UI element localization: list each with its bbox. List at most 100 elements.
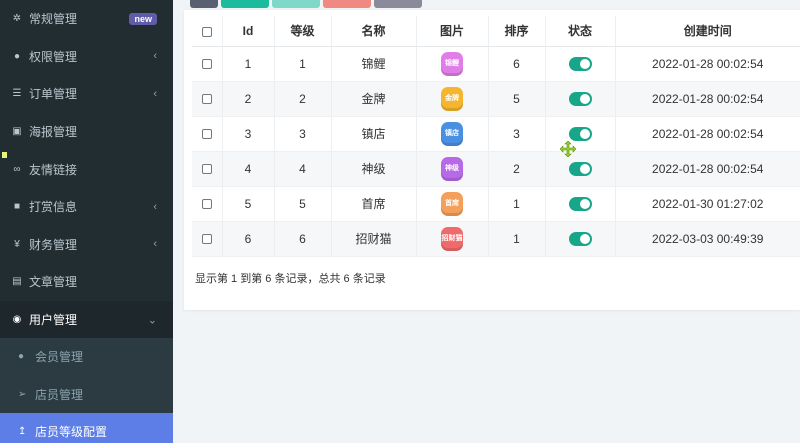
link-icon: ∞ [13, 163, 21, 175]
table-row[interactable]: 2 2 金牌 金牌 5 2022-01-28 00:02:54 [192, 81, 800, 117]
level-cell: 1 [273, 46, 331, 82]
toolbar-button-3[interactable] [272, 0, 320, 8]
column-header[interactable]: 名称 [330, 16, 416, 47]
sort-cell: 5 [487, 81, 545, 117]
menu-item-permissions[interactable]: ● 权限管理 ‹ [0, 38, 173, 76]
chevron-left-icon: ‹ [153, 238, 157, 251]
level-badge-image[interactable]: 首席 [441, 191, 463, 216]
table-row[interactable]: 4 4 神级 神级 2 2022-01-28 00:02:54 [192, 151, 800, 187]
chevron-down-icon: ⌄ [147, 314, 157, 327]
sort-cell: 6 [487, 46, 545, 82]
gears-icon: ✲ [12, 13, 22, 25]
table-row[interactable]: 3 3 镇店 镇店 3 2022-01-28 00:02:54 [192, 116, 800, 152]
users-icon: ● [13, 50, 21, 62]
created-time-cell: 2022-03-03 00:49:39 [614, 221, 800, 257]
row-checkbox[interactable] [201, 234, 212, 245]
created-time-cell: 2022-01-28 00:02:54 [614, 116, 800, 152]
column-header: 图片 [415, 16, 488, 47]
yen-icon: ¥ [14, 238, 20, 250]
name-cell: 招财猫 [330, 221, 416, 257]
menu-item-general[interactable]: ✲ 常规管理 new [0, 0, 173, 38]
level-cell: 6 [273, 221, 331, 257]
sub-item-clerk-levels[interactable]: ↥ 店员等级配置 [0, 412, 173, 443]
row-checkbox[interactable] [201, 199, 212, 210]
sub-label: 店员管理 [35, 387, 84, 402]
level-cell: 3 [273, 116, 331, 152]
menu-item-tips[interactable]: ■ 打赏信息 ‹ [0, 188, 173, 226]
menu-item-users[interactable]: ◉ 用户管理 ⌄ [0, 300, 173, 339]
level-badge-image[interactable]: 神级 [441, 156, 463, 181]
row-checkbox[interactable] [201, 94, 212, 105]
status-toggle[interactable] [568, 161, 592, 176]
status-toggle[interactable] [568, 56, 592, 71]
row-select-cell [192, 81, 222, 117]
menu-item-orders[interactable]: ☰ 订单管理 ‹ [0, 75, 173, 113]
row-select-cell [192, 221, 222, 257]
toolbar-button-1[interactable] [190, 0, 218, 8]
image-cell: 招财猫 [415, 221, 488, 257]
level-badge-image[interactable]: 镇店 [441, 121, 463, 146]
row-select-cell [192, 46, 222, 82]
menu-label: 财务管理 [29, 237, 78, 252]
row-checkbox[interactable] [201, 59, 212, 70]
sidebar: ✲ 常规管理 new ● 权限管理 ‹ ☰ 订单管理 ‹ ▣ 海报管理 ∞ 友情… [0, 0, 173, 443]
select-all-cell [192, 16, 222, 47]
status-toggle[interactable] [568, 231, 592, 246]
menu-label: 海报管理 [29, 125, 78, 140]
table-row[interactable]: 5 5 首席 首席 1 2022-01-30 01:27:02 [192, 186, 800, 222]
column-header: 状态 [544, 16, 615, 47]
sub-item-clerks[interactable]: ➢ 店员管理 [0, 376, 173, 413]
id-cell: 1 [221, 46, 274, 82]
menu-label: 友情链接 [29, 162, 78, 177]
menu-item-articles[interactable]: ▤ 文章管理 [0, 263, 173, 301]
image-icon: ▣ [12, 126, 22, 138]
level-badge-image[interactable]: 金牌 [441, 86, 463, 111]
row-checkbox[interactable] [201, 129, 212, 140]
select-all-checkbox[interactable] [201, 26, 212, 37]
status-cell [544, 221, 615, 257]
column-header[interactable]: 排序 [487, 16, 545, 47]
pagination-info: 显示第 1 到第 6 条记录，总共 6 条记录 [195, 273, 386, 285]
table-row[interactable]: 1 1 锦鲤 锦鲤 6 2022-01-28 00:02:54 [192, 46, 800, 82]
toolbar-button-5[interactable] [374, 0, 422, 8]
status-toggle[interactable] [568, 126, 592, 141]
menu-item-links[interactable]: ∞ 友情链接 [0, 150, 173, 188]
menu-label: 权限管理 [29, 49, 78, 64]
menu-item-posters[interactable]: ▣ 海报管理 [0, 113, 173, 151]
new-badge: new [129, 12, 157, 25]
level-badge-image[interactable]: 锦鲤 [441, 51, 463, 76]
table-row[interactable]: 6 6 招财猫 招财猫 1 2022-03-03 00:49:39 [192, 221, 800, 257]
level-badge-image[interactable]: 招财猫 [441, 226, 463, 251]
newspaper-icon: ▤ [12, 276, 22, 288]
row-select-cell [192, 151, 222, 187]
sub-item-members[interactable]: ● 会员管理 [0, 338, 173, 375]
row-checkbox[interactable] [201, 164, 212, 175]
status-cell [544, 116, 615, 152]
move-cursor-icon [560, 141, 576, 157]
status-cell [544, 46, 615, 82]
toolbar-button-2[interactable] [221, 0, 269, 8]
column-header[interactable]: 创建时间 [614, 16, 800, 47]
toolbar-button-4[interactable] [323, 0, 371, 8]
chevron-left-icon: ‹ [153, 50, 157, 63]
menu-label: 文章管理 [29, 275, 78, 290]
menu-item-finance[interactable]: ¥ 财务管理 ‹ [0, 226, 173, 264]
status-toggle[interactable] [568, 196, 592, 211]
image-cell: 金牌 [415, 81, 488, 117]
gift-icon: ■ [13, 201, 21, 213]
menu-label: 打赏信息 [29, 200, 78, 215]
status-cell [544, 186, 615, 222]
name-cell: 锦鲤 [330, 46, 416, 82]
image-cell: 首席 [415, 186, 488, 222]
id-cell: 5 [221, 186, 274, 222]
column-header[interactable]: Id [221, 16, 274, 47]
status-cell [544, 151, 615, 187]
status-toggle[interactable] [568, 91, 592, 106]
upload-icon: ↥ [18, 426, 27, 438]
id-cell: 4 [221, 151, 274, 187]
column-header[interactable]: 等级 [273, 16, 331, 47]
name-cell: 神级 [330, 151, 416, 187]
name-cell: 金牌 [330, 81, 416, 117]
level-cell: 5 [273, 186, 331, 222]
created-time-cell: 2022-01-30 01:27:02 [614, 186, 800, 222]
